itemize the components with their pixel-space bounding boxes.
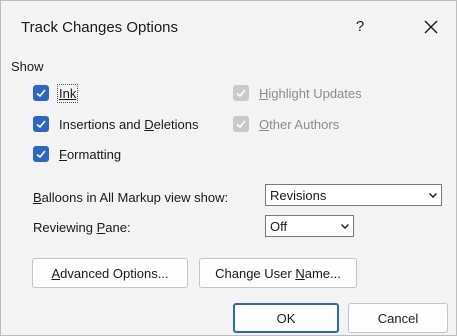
- show-group-label: Show: [11, 59, 44, 74]
- close-button[interactable]: [416, 13, 446, 41]
- ok-button[interactable]: OK: [233, 303, 339, 333]
- checkmark-icon: [236, 120, 246, 129]
- cancel-button[interactable]: Cancel: [348, 303, 448, 333]
- checkmark-icon: [236, 89, 246, 98]
- reviewing-pane-label: Reviewing Pane:: [33, 220, 131, 235]
- close-icon: [424, 20, 438, 34]
- checkmark-icon: [36, 89, 46, 98]
- formatting-checkbox-box[interactable]: [33, 146, 49, 162]
- other-authors-checkbox-box: [233, 116, 249, 132]
- change-user-name-button[interactable]: Change User Name...: [199, 258, 357, 288]
- chevron-down-icon: [341, 224, 349, 229]
- dialog-title: Track Changes Options: [21, 19, 179, 36]
- track-changes-dialog: Track Changes Options ? Show Ink Inserti…: [0, 0, 457, 336]
- balloons-select-value: Revisions: [270, 187, 327, 203]
- cancel-label: Cancel: [377, 310, 419, 326]
- change-user-name-label: Change User Name...: [215, 265, 341, 281]
- ink-label: Ink: [56, 83, 79, 103]
- ink-checkbox-box[interactable]: [33, 85, 49, 101]
- balloons-label: Balloons in All Markup view show:: [33, 190, 229, 205]
- help-button[interactable]: ?: [345, 13, 375, 41]
- reviewing-pane-select-value: Off: [270, 218, 288, 234]
- help-icon: ?: [355, 18, 365, 35]
- reviewing-pane-select[interactable]: Off: [265, 215, 354, 237]
- other-authors-checkbox: Other Authors: [233, 116, 339, 132]
- title-bar: Track Changes Options ?: [1, 1, 456, 51]
- ink-checkbox[interactable]: Ink: [33, 83, 79, 103]
- other-authors-label: Other Authors: [259, 116, 340, 132]
- balloons-select[interactable]: Revisions: [265, 184, 442, 206]
- insertions-deletions-checkbox[interactable]: Insertions and Deletions: [33, 116, 198, 132]
- checkmark-icon: [36, 120, 46, 129]
- highlight-updates-label: Highlight Updates: [259, 85, 362, 101]
- highlight-updates-checkbox: Highlight Updates: [233, 85, 362, 101]
- ok-label: OK: [276, 310, 296, 326]
- formatting-checkbox[interactable]: Formatting: [33, 146, 121, 162]
- insertions-deletions-checkbox-box[interactable]: [33, 116, 49, 132]
- chevron-down-icon: [429, 193, 437, 198]
- highlight-updates-checkbox-box: [233, 85, 249, 101]
- advanced-options-label: Advanced Options...: [51, 265, 169, 281]
- insertions-deletions-label: Insertions and Deletions: [59, 116, 199, 132]
- advanced-options-button[interactable]: Advanced Options...: [32, 258, 188, 288]
- checkmark-icon: [36, 150, 46, 159]
- formatting-label: Formatting: [59, 146, 122, 162]
